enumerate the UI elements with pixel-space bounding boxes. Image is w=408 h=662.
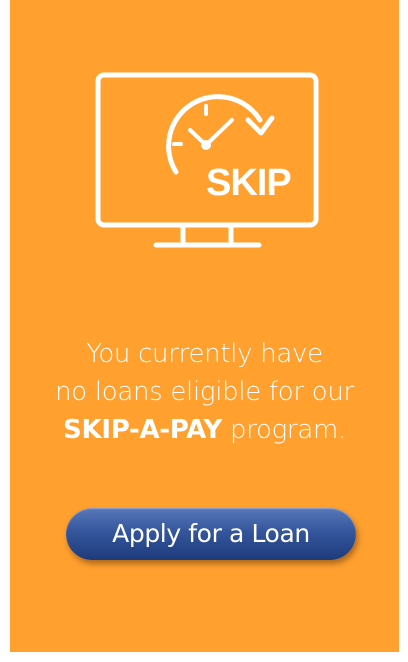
message-line-2: no loans eligible for our bbox=[55, 377, 354, 407]
eligibility-message: You currently have no loans eligible for… bbox=[10, 335, 399, 449]
program-name: SKIP-A-PAY bbox=[63, 415, 223, 445]
skip-icon-text: SKIP bbox=[206, 162, 291, 204]
message-line-1: You currently have bbox=[86, 339, 323, 369]
skip-a-pay-panel: SKIP You currently have no loans eligibl… bbox=[10, 0, 399, 652]
skip-monitor-icon: SKIP bbox=[95, 72, 319, 248]
program-suffix: program. bbox=[222, 415, 346, 445]
message-line-3: SKIP-A-PAY program. bbox=[10, 411, 399, 449]
apply-for-loan-button[interactable]: Apply for a Loan bbox=[66, 508, 356, 560]
